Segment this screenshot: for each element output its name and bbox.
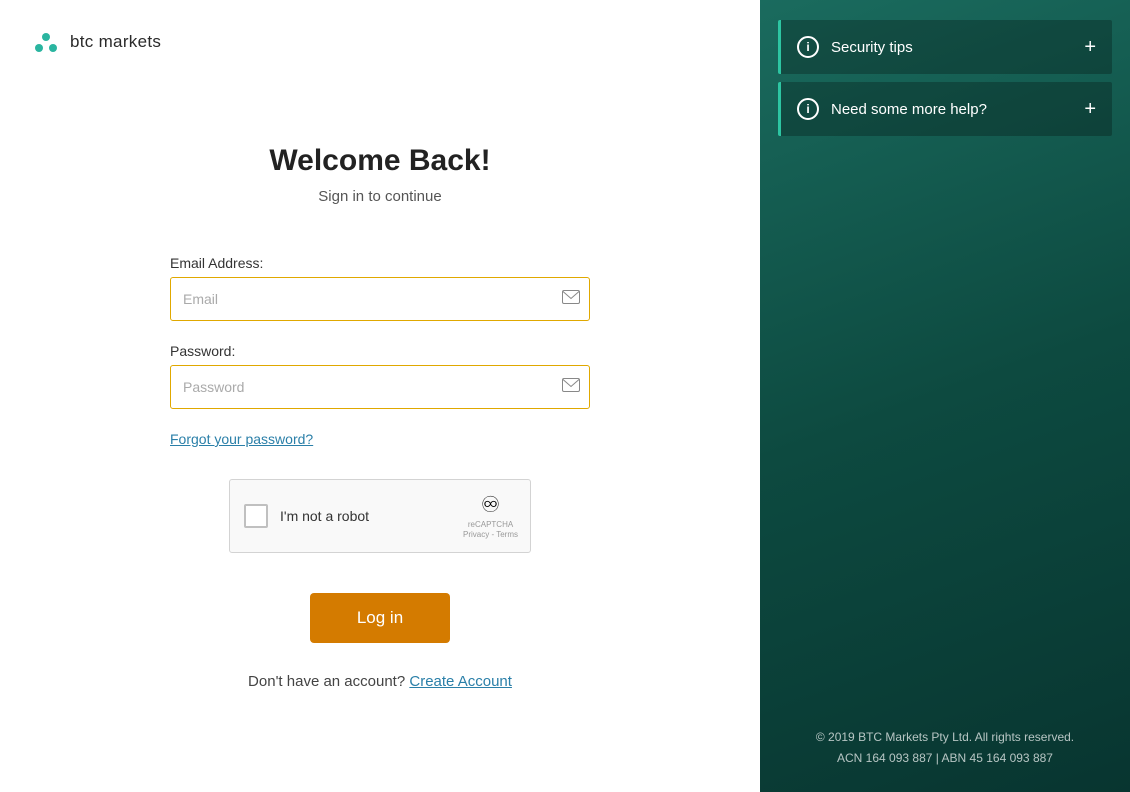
welcome-title: Welcome Back!	[269, 144, 490, 178]
security-tips-header[interactable]: i Security tips +	[781, 20, 1112, 74]
sign-in-subtitle: Sign in to continue	[318, 188, 441, 205]
recaptcha-widget[interactable]: I'm not a robot ♾ reCAPTCHAPrivacy - Ter…	[229, 479, 531, 553]
security-tips-expand-icon: +	[1084, 37, 1096, 57]
security-tips-info-icon: i	[797, 36, 819, 58]
security-tips-title: Security tips	[831, 39, 1072, 56]
footer-line1: © 2019 BTC Markets Pty Ltd. All rights r…	[776, 727, 1114, 747]
logo-area: btc markets	[0, 0, 760, 84]
need-help-expand-icon: +	[1084, 99, 1096, 119]
footer-line2: ACN 164 093 887 | ABN 45 164 093 887	[776, 748, 1114, 768]
recaptcha-logo-area: ♾ reCAPTCHAPrivacy - Terms	[463, 492, 518, 539]
email-label: Email Address:	[170, 255, 590, 271]
need-help-header[interactable]: i Need some more help? +	[781, 82, 1112, 136]
need-help-title: Need some more help?	[831, 101, 1072, 118]
security-tips-accordion[interactable]: i Security tips +	[778, 20, 1112, 74]
btc-markets-logo-icon	[32, 28, 60, 56]
email-input-wrapper	[170, 277, 590, 321]
email-group: Email Address:	[170, 255, 590, 321]
create-account-link[interactable]: Create Account	[409, 673, 512, 690]
recaptcha-label: I'm not a robot	[280, 508, 369, 524]
recaptcha-checkbox[interactable]	[244, 504, 268, 528]
recaptcha-logo-icon: ♾	[481, 492, 501, 518]
password-icon	[562, 378, 580, 397]
login-button[interactable]: Log in	[310, 593, 450, 643]
password-label: Password:	[170, 343, 590, 359]
forgot-password-link[interactable]: Forgot your password?	[170, 431, 313, 447]
need-help-accordion[interactable]: i Need some more help? +	[778, 82, 1112, 136]
email-input[interactable]	[170, 277, 590, 321]
password-input-wrapper	[170, 365, 590, 409]
logo-text: btc markets	[70, 32, 161, 52]
recaptcha-brand-text: reCAPTCHAPrivacy - Terms	[463, 520, 518, 539]
password-group: Password:	[170, 343, 590, 409]
right-panel: i Security tips + i Need some more help?…	[760, 0, 1130, 792]
need-help-info-icon: i	[797, 98, 819, 120]
form-container: Welcome Back! Sign in to continue Email …	[0, 84, 760, 792]
email-icon	[562, 290, 580, 309]
forgot-password-wrapper: Forgot your password?	[170, 431, 590, 449]
right-panel-footer: © 2019 BTC Markets Pty Ltd. All rights r…	[760, 727, 1130, 768]
left-panel: btc markets Welcome Back! Sign in to con…	[0, 0, 760, 792]
create-account-row: Don't have an account? Create Account	[248, 673, 512, 690]
password-input[interactable]	[170, 365, 590, 409]
no-account-text: Don't have an account?	[248, 673, 405, 690]
